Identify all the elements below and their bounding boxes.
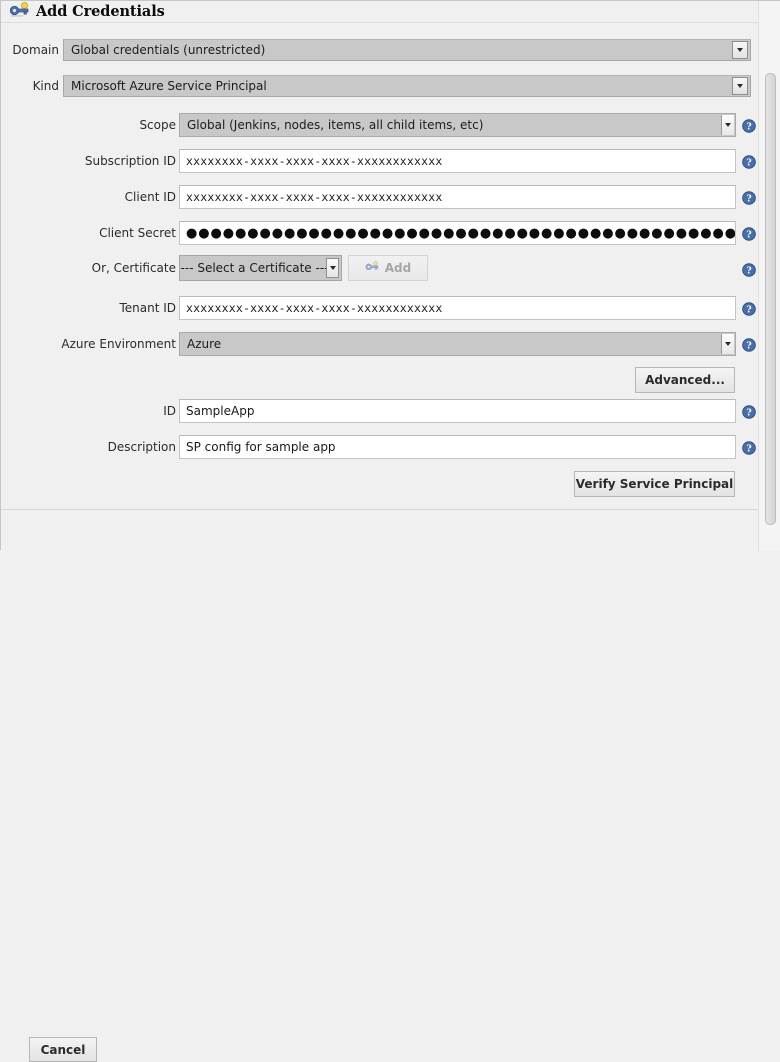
tenant-id-label: Tenant ID	[119, 301, 176, 315]
certificate-select[interactable]: --- Select a Certificate ---	[179, 255, 342, 281]
field-row-scope: Scope Global (Jenkins, nodes, items, all…	[1, 113, 759, 137]
svg-text:?: ?	[746, 159, 751, 169]
svg-text:?: ?	[746, 445, 751, 455]
field-row-id: ID SampleApp	[1, 399, 759, 423]
footer-divider	[1, 509, 759, 510]
help-icon-description[interactable]: ?	[742, 441, 756, 455]
verify-service-principal-label: Verify Service Principal	[575, 477, 734, 491]
title-divider	[1, 22, 759, 23]
cancel-button-label: Cancel	[40, 1042, 86, 1057]
key-icon	[365, 261, 380, 275]
svg-text:?: ?	[746, 409, 751, 419]
kind-label: Kind	[32, 79, 59, 93]
chevron-down-icon[interactable]	[721, 334, 734, 354]
svg-text:?: ?	[746, 195, 751, 205]
field-row-certificate: Or, Certificate --- Select a Certificate…	[1, 255, 759, 281]
chevron-down-icon[interactable]	[721, 115, 734, 135]
client-id-value: xxxxxxxx-xxxx-xxxx-xxxx-xxxxxxxxxxxx	[186, 190, 443, 204]
scrollbar-thumb[interactable]	[765, 73, 776, 525]
id-input[interactable]: SampleApp	[179, 399, 736, 423]
tenant-id-input[interactable]: xxxxxxxx-xxxx-xxxx-xxxx-xxxxxxxxxxxx	[179, 296, 736, 320]
dialog-titlebar: Add Credentials	[1, 1, 759, 21]
advanced-button-label: Advanced...	[645, 373, 725, 387]
field-row-domain: Domain Global credentials (unrestricted)	[1, 37, 759, 63]
chevron-down-icon[interactable]	[732, 41, 748, 59]
field-row-azure-environment: Azure Environment Azure	[1, 332, 759, 356]
help-icon-client-secret[interactable]: ?	[742, 227, 756, 241]
verify-service-principal-button[interactable]: Verify Service Principal	[574, 471, 735, 497]
help-icon-client-id[interactable]: ?	[742, 191, 756, 205]
page-title: Add Credentials	[36, 2, 165, 20]
client-secret-label: Client Secret	[99, 226, 176, 240]
field-row-client-id: Client ID xxxxxxxx-xxxx-xxxx-xxxx-xxxxxx…	[1, 185, 759, 209]
azure-environment-value: Azure	[187, 337, 222, 351]
certificate-value: --- Select a Certificate ---	[180, 261, 329, 275]
field-row-client-secret: Client Secret ●●●●●●●●●●●●●●●●●●●●●●●●●●…	[1, 221, 759, 245]
help-icon-subscription-id[interactable]: ?	[742, 155, 756, 169]
domain-combobox[interactable]: Global credentials (unrestricted)	[63, 39, 751, 61]
domain-label: Domain	[12, 43, 59, 57]
scope-value: Global (Jenkins, nodes, items, all child…	[187, 118, 484, 132]
add-credentials-dialog: Add Credentials Domain Global credential…	[0, 0, 780, 1062]
chevron-down-icon[interactable]	[326, 258, 339, 278]
help-icon-azure-environment[interactable]: ?	[742, 338, 756, 352]
field-row-tenant-id: Tenant ID xxxxxxxx-xxxx-xxxx-xxxx-xxxxxx…	[1, 296, 759, 320]
id-value: SampleApp	[186, 404, 255, 418]
scope-label: Scope	[139, 118, 176, 132]
add-certificate-button[interactable]: Add	[348, 255, 428, 281]
subscription-id-value: xxxxxxxx-xxxx-xxxx-xxxx-xxxxxxxxxxxx	[186, 154, 443, 168]
kind-value: Microsoft Azure Service Principal	[71, 79, 267, 93]
subscription-id-input[interactable]: xxxxxxxx-xxxx-xxxx-xxxx-xxxxxxxxxxxx	[179, 149, 736, 173]
help-icon-certificate[interactable]: ?	[742, 263, 756, 277]
client-secret-value: ●●●●●●●●●●●●●●●●●●●●●●●●●●●●●●●●●●●●●●●●…	[186, 225, 736, 241]
field-row-subscription-id: Subscription ID xxxxxxxx-xxxx-xxxx-xxxx-…	[1, 149, 759, 173]
key-icon	[9, 1, 30, 21]
svg-text:?: ?	[746, 267, 751, 277]
azure-environment-label: Azure Environment	[61, 337, 176, 351]
vertical-scrollbar[interactable]	[758, 1, 780, 551]
tenant-id-value: xxxxxxxx-xxxx-xxxx-xxxx-xxxxxxxxxxxx	[186, 301, 443, 315]
svg-text:?: ?	[746, 231, 751, 241]
help-icon-id[interactable]: ?	[742, 405, 756, 419]
add-certificate-label: Add	[384, 261, 412, 275]
azure-environment-select[interactable]: Azure	[179, 332, 736, 356]
client-id-label: Client ID	[124, 190, 176, 204]
chevron-down-icon[interactable]	[732, 77, 748, 95]
id-label: ID	[163, 404, 176, 418]
svg-text:?: ?	[746, 342, 751, 352]
svg-text:?: ?	[746, 123, 751, 133]
description-input[interactable]: SP config for sample app	[179, 435, 736, 459]
advanced-button[interactable]: Advanced...	[635, 367, 735, 393]
client-secret-input[interactable]: ●●●●●●●●●●●●●●●●●●●●●●●●●●●●●●●●●●●●●●●●…	[179, 221, 736, 245]
field-row-kind: Kind Microsoft Azure Service Principal	[1, 73, 759, 99]
scope-select[interactable]: Global (Jenkins, nodes, items, all child…	[179, 113, 736, 137]
domain-value: Global credentials (unrestricted)	[71, 43, 266, 57]
certificate-label: Or, Certificate	[91, 261, 176, 275]
kind-combobox[interactable]: Microsoft Azure Service Principal	[63, 75, 751, 97]
svg-text:?: ?	[746, 306, 751, 316]
client-id-input[interactable]: xxxxxxxx-xxxx-xxxx-xxxx-xxxxxxxxxxxx	[179, 185, 736, 209]
help-icon-tenant-id[interactable]: ?	[742, 302, 756, 316]
help-icon-scope[interactable]: ?	[742, 119, 756, 133]
cancel-button[interactable]: Cancel	[29, 1037, 97, 1062]
field-row-description: Description SP config for sample app	[1, 435, 759, 459]
description-value: SP config for sample app	[186, 440, 336, 454]
description-label: Description	[107, 440, 176, 454]
subscription-id-label: Subscription ID	[84, 154, 176, 168]
